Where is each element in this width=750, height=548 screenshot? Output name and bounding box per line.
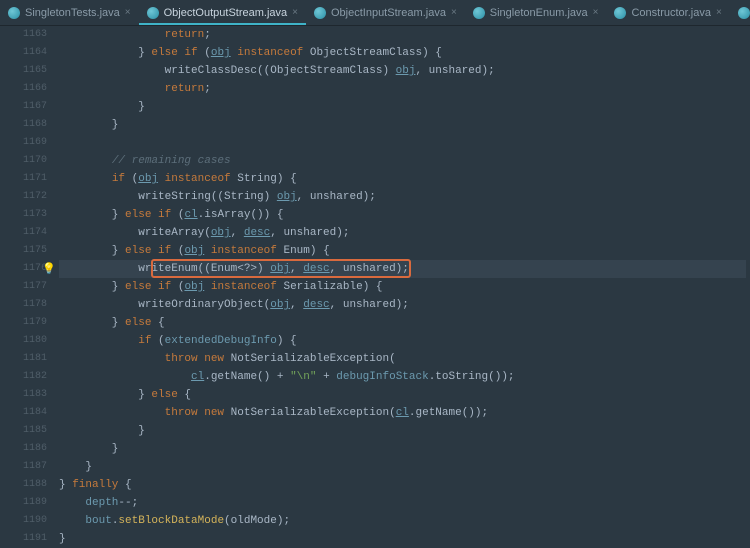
tab-label: Constructor.java (631, 7, 710, 19)
line-number: 1178 (0, 296, 47, 314)
code-line[interactable]: writeArray(obj, desc, unshared); (59, 224, 746, 242)
java-file-icon (314, 7, 326, 19)
line-number: 1179 (0, 314, 47, 332)
code-line[interactable]: writeString((String) obj, unshared); (59, 188, 746, 206)
line-number: 1176 (0, 260, 47, 278)
line-number: 1171 (0, 170, 47, 188)
line-number: 1184 (0, 404, 47, 422)
tab-label: ObjectInputStream.java (331, 7, 446, 19)
code-line[interactable]: return; (59, 26, 746, 44)
code-line[interactable]: } else if (obj instanceof Serializable) … (59, 278, 746, 296)
tab-label: ObjectOutputStream.java (164, 7, 288, 19)
line-number: 1175 (0, 242, 47, 260)
close-icon[interactable]: × (593, 7, 599, 18)
code-line[interactable]: if (extendedDebugInfo) { (59, 332, 746, 350)
code-line[interactable]: bout.setBlockDataMode(oldMode); (59, 512, 746, 530)
code-line[interactable]: writeOrdinaryObject(obj, desc, unshared)… (59, 296, 746, 314)
line-number: 1183 (0, 386, 47, 404)
code-line[interactable]: cl.getName() + "\n" + debugInfoStack.toS… (59, 368, 746, 386)
line-number: 1166 (0, 80, 47, 98)
line-number: 1172 (0, 188, 47, 206)
code-line[interactable]: return; (59, 80, 746, 98)
tab-label: SingletonTests.java (25, 7, 120, 19)
line-number: 1188 (0, 476, 47, 494)
tab-label: SingletonEnum.java (490, 7, 588, 19)
code-line[interactable]: } else if (obj instanceof ObjectStreamCl… (59, 44, 746, 62)
java-file-icon (738, 7, 750, 19)
line-number: 1182 (0, 368, 47, 386)
tab-3[interactable]: SingletonEnum.java × (465, 0, 607, 25)
code-line[interactable]: } (59, 458, 746, 476)
line-number: 1163 (0, 26, 47, 44)
tab-bar: SingletonTests.java×ObjectOutputStream.j… (0, 0, 750, 26)
gutter: 1163116411651166116711681169117011711172… (0, 26, 55, 526)
code-area[interactable]: return; } else if (obj instanceof Object… (55, 26, 750, 526)
code-line[interactable]: depth--; (59, 494, 746, 512)
tab-5[interactable]: EnumConstantNotPrese× (730, 0, 750, 25)
tab-0[interactable]: SingletonTests.java × (0, 0, 139, 25)
code-line[interactable] (59, 134, 746, 152)
code-line[interactable]: throw new NotSerializableException( (59, 350, 746, 368)
code-line[interactable]: } (59, 530, 746, 548)
java-file-icon (473, 7, 485, 19)
tab-1[interactable]: ObjectOutputStream.java × (139, 0, 306, 25)
line-number: 1173 (0, 206, 47, 224)
line-number: 1180 (0, 332, 47, 350)
close-icon[interactable]: × (292, 7, 298, 18)
code-line[interactable]: } (59, 116, 746, 134)
code-line[interactable]: } else if (obj instanceof Enum) { (59, 242, 746, 260)
code-line[interactable]: writeEnum((Enum<?>) obj, desc, unshared)… (59, 260, 746, 278)
code-line[interactable]: } (59, 440, 746, 458)
tab-2[interactable]: ObjectInputStream.java × (306, 0, 465, 25)
line-number: 1169 (0, 134, 47, 152)
code-line[interactable]: } (59, 422, 746, 440)
line-number: 1185 (0, 422, 47, 440)
code-line[interactable]: } else if (cl.isArray()) { (59, 206, 746, 224)
code-line[interactable]: // remaining cases (59, 152, 746, 170)
close-icon[interactable]: × (716, 7, 722, 18)
tab-4[interactable]: Constructor.java × (606, 0, 729, 25)
line-number: 1168 (0, 116, 47, 134)
line-number: 1189 (0, 494, 47, 512)
code-line[interactable]: if (obj instanceof String) { (59, 170, 746, 188)
line-number: 1191 (0, 530, 47, 548)
code-line[interactable]: } else { (59, 386, 746, 404)
line-number: 1186 (0, 440, 47, 458)
java-file-icon (614, 7, 626, 19)
line-number: 1177 (0, 278, 47, 296)
intention-bulb-icon[interactable]: 💡 (42, 262, 56, 276)
close-icon[interactable]: × (125, 7, 131, 18)
line-number: 1190 (0, 512, 47, 530)
code-line[interactable]: writeClassDesc((ObjectStreamClass) obj, … (59, 62, 746, 80)
close-icon[interactable]: × (451, 7, 457, 18)
line-number: 1167 (0, 98, 47, 116)
line-number: 1187 (0, 458, 47, 476)
line-number: 1174 (0, 224, 47, 242)
java-file-icon (8, 7, 20, 19)
line-number: 1170 (0, 152, 47, 170)
line-number: 1181 (0, 350, 47, 368)
line-number: 1165 (0, 62, 47, 80)
line-number: 1164 (0, 44, 47, 62)
code-line[interactable]: throw new NotSerializableException(cl.ge… (59, 404, 746, 422)
code-line[interactable]: } else { (59, 314, 746, 332)
code-editor[interactable]: 1163116411651166116711681169117011711172… (0, 26, 750, 526)
code-line[interactable]: } (59, 98, 746, 116)
code-line[interactable]: } finally { (59, 476, 746, 494)
java-file-icon (147, 7, 159, 19)
